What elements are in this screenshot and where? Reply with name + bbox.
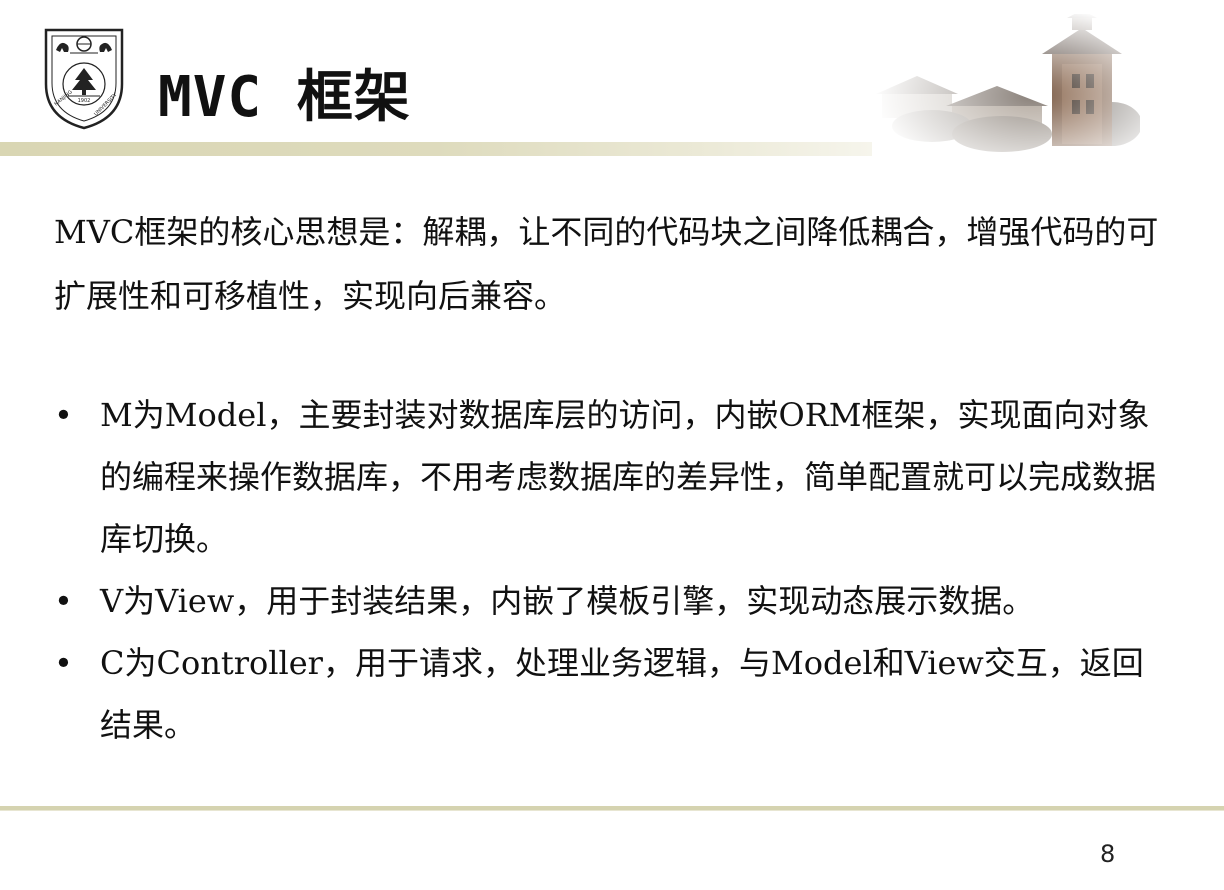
campus-tower-image [872,14,1140,162]
bullet-dot-icon: • [54,644,73,682]
slide-title: MVC 框架 [158,65,411,130]
header-divider [0,142,872,156]
bullet-item-controller: • C为Controller，用于请求，处理业务逻辑，与Model和View交互… [54,632,1164,756]
university-logo-icon: 1902 NANJING UNIVERSITY [44,28,124,130]
bullet-item-view: • V为View，用于封装结果，内嵌了模板引擎，实现动态展示数据。 [54,570,1164,632]
bullet-dot-icon: • [54,396,73,434]
page-number: 8 [1100,840,1116,868]
bullet-list: • M为Model，主要封装对数据库层的访问，内嵌ORM框架，实现面向对象的编程… [54,384,1164,756]
footer-divider-shadow [0,810,1224,811]
intro-paragraph: MVC框架的核心思想是：解耦，让不同的代码块之间降低耦合，增强代码的可扩展性和可… [54,213,1159,315]
bullet-text: V为View，用于封装结果，内嵌了模板引擎，实现动态展示数据。 [100,582,1035,620]
svg-text:1902: 1902 [78,98,91,104]
bullet-item-model: • M为Model，主要封装对数据库层的访问，内嵌ORM框架，实现面向对象的编程… [54,384,1164,570]
bullet-dot-icon: • [54,582,73,620]
bullet-text: M为Model，主要封装对数据库层的访问，内嵌ORM框架，实现面向对象的编程来操… [100,396,1157,558]
bullet-text: C为Controller，用于请求，处理业务逻辑，与Model和View交互，返… [100,644,1144,744]
